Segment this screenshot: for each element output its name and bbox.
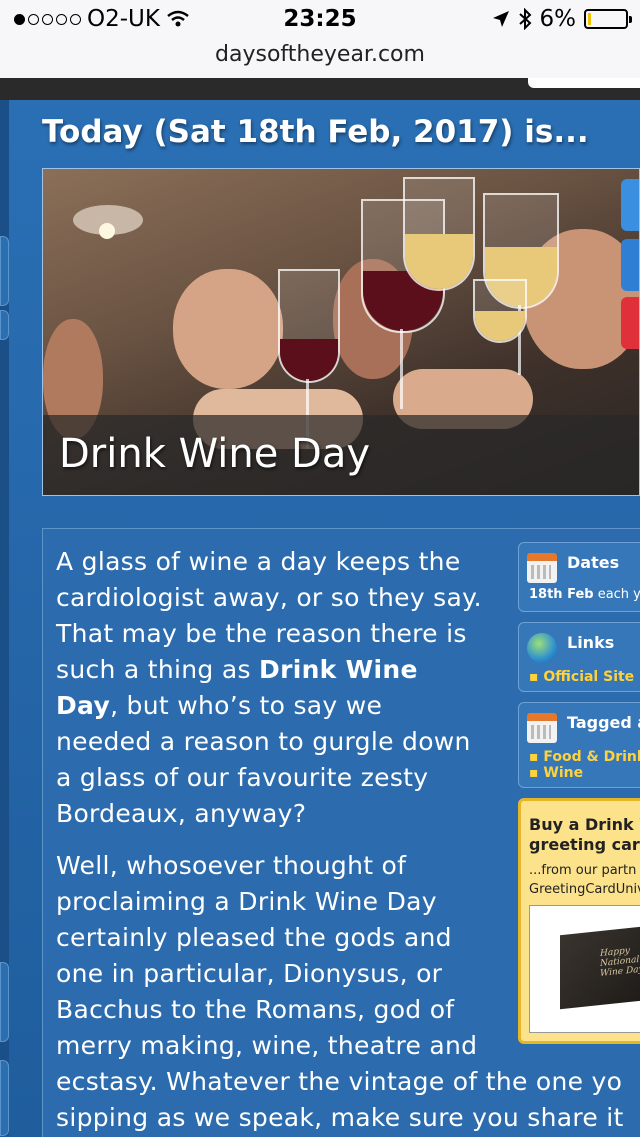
share-ribbon[interactable] — [621, 297, 639, 349]
official-site-text[interactable]: Official Site — [543, 669, 634, 685]
share-ribbon[interactable] — [621, 179, 639, 231]
calendar-icon — [527, 553, 557, 583]
greeting-card-picture: Happy National Wine Day — [560, 924, 640, 1010]
buy-card-box[interactable]: Buy a Drink W greeting card ...from our … — [518, 798, 640, 1044]
tag-wine[interactable]: Wine — [543, 765, 583, 781]
share-ribbon[interactable] — [621, 239, 639, 291]
ceiling-lamp — [73, 205, 143, 239]
bold-day-name: Day — [56, 691, 111, 720]
page-title: Today (Sat 18th Feb, 2017) is... — [42, 114, 589, 150]
text-line: sipping as we speak, make sure you share… — [56, 1103, 624, 1132]
hero-image[interactable]: Drink Wine Day — [42, 168, 640, 496]
links-box: Links ▪ Official Site — [518, 622, 640, 692]
date-suffix: each yea — [597, 587, 640, 602]
status-right: 6% — [492, 6, 632, 32]
buy-card-title[interactable]: Buy a Drink W greeting card — [529, 815, 640, 855]
dates-title: Dates — [567, 553, 620, 572]
address-bar[interactable]: daysoftheyear.com — [0, 40, 640, 78]
buy-sub-line: ...from our partn — [529, 863, 637, 878]
text-line: Bordeaux, anyway? — [56, 799, 307, 828]
left-menu-tab[interactable] — [0, 310, 9, 340]
date-text: 18th Feb — [529, 587, 594, 602]
text-line: That may be the reason there is — [56, 619, 467, 648]
article-paragraph-1: A glass of wine a day keeps the cardiolo… — [56, 544, 506, 832]
tagged-title: Tagged a — [567, 713, 640, 732]
text-line: such a thing as — [56, 655, 260, 684]
glass-stem — [400, 329, 403, 409]
wine-glass — [403, 177, 475, 291]
left-menu-tab[interactable] — [0, 236, 9, 306]
text-line: , but who’s to say we — [110, 691, 383, 720]
bold-day-name: Drink Wine — [259, 655, 418, 684]
battery-icon — [584, 9, 632, 29]
location-arrow-icon — [492, 11, 509, 27]
tag-food-drink[interactable]: Food & Drink — [543, 749, 640, 765]
wine-glass — [278, 269, 340, 383]
person-face — [173, 269, 283, 389]
buy-card-subtitle: ...from our partn GreetingCardUniv — [529, 861, 640, 899]
dates-box: Dates 18th Feb each yea — [518, 542, 640, 612]
text-line: A glass of wine a day keeps the — [56, 547, 461, 576]
official-site-link[interactable]: ▪ Official Site — [529, 669, 634, 685]
tagged-box: Tagged a ▪ Food & Drink ▪ Wine — [518, 702, 640, 788]
bluetooth-icon — [518, 8, 531, 30]
url-domain: daysoftheyear.com — [215, 42, 425, 67]
buy-sub-line: GreetingCardUniv — [529, 882, 640, 897]
text-line: cardiologist away, or so they say. — [56, 583, 482, 612]
tag-link[interactable]: ▪ Wine — [529, 765, 583, 781]
left-menu-tab[interactable] — [0, 962, 9, 1042]
wine-glass — [473, 279, 527, 343]
text-line: a glass of our favourite zesty — [56, 763, 429, 792]
left-menu-tab[interactable] — [0, 1060, 9, 1136]
battery-percent: 6% — [539, 6, 577, 32]
buy-title-line[interactable]: Buy a Drink W — [529, 815, 640, 835]
card-text: Happy National Wine Day — [600, 945, 640, 980]
links-title: Links — [567, 633, 615, 652]
site-header-strip — [0, 78, 640, 100]
search-input[interactable] — [528, 78, 640, 88]
greeting-card-image[interactable]: Happy National Wine Day — [529, 905, 640, 1033]
dates-value: 18th Feb each yea — [529, 587, 640, 602]
text-line: needed a reason to gurgle down — [56, 727, 471, 756]
day-title[interactable]: Drink Wine Day — [59, 431, 370, 477]
buy-title-line[interactable]: greeting card — [529, 835, 640, 855]
status-bar: O2-UK 23:25 6% — [0, 0, 640, 40]
calendar-icon — [527, 713, 557, 743]
text-line: ecstasy. Whatever the vintage of the one… — [56, 1067, 623, 1096]
globe-link-icon — [527, 633, 557, 663]
tag-link[interactable]: ▪ Food & Drink — [529, 749, 640, 765]
